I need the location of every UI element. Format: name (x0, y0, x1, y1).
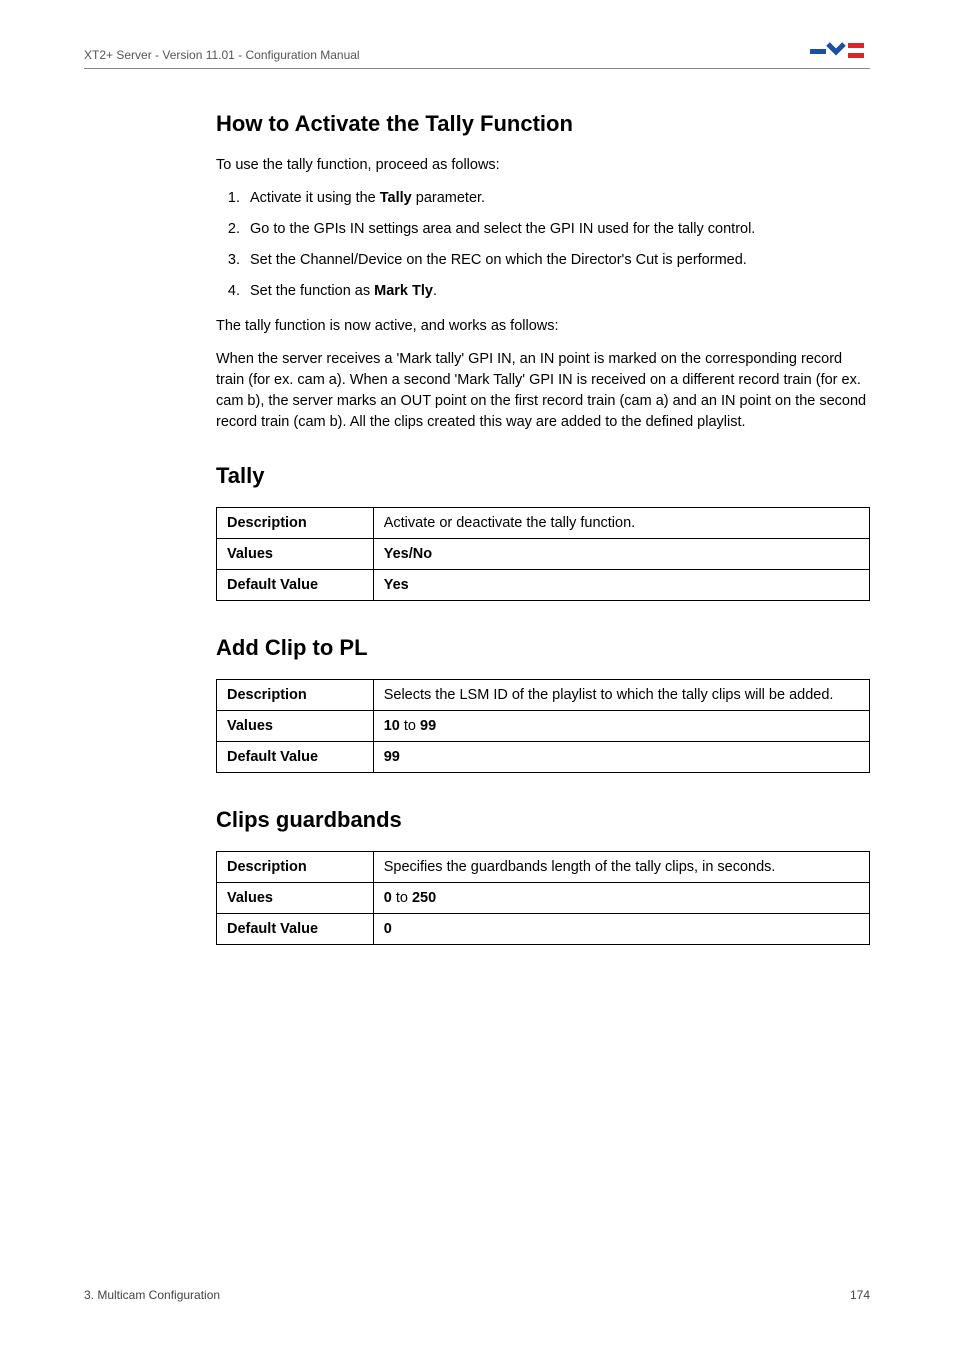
addclip-values-value: 10 to 99 (373, 711, 869, 742)
guardbands-table: Description Specifies the guardbands len… (216, 851, 870, 945)
tally-values-value: Yes/No (373, 539, 869, 570)
step-4-pre: Set the function as (250, 283, 374, 299)
step-4-post: . (433, 283, 437, 299)
heading-guardbands: Clips guardbands (216, 807, 870, 833)
addclip-values-mid: to (400, 718, 420, 734)
page-header: XT2+ Server - Version 11.01 - Configurat… (84, 40, 870, 69)
table-row: Description Selects the LSM ID of the pl… (217, 680, 870, 711)
table-row: Values Yes/No (217, 539, 870, 570)
addclip-desc-value: Selects the LSM ID of the playlist to wh… (373, 680, 869, 711)
footer-page-number: 174 (850, 1288, 870, 1302)
table-row: Default Value 0 (217, 914, 870, 945)
tally-table: Description Activate or deactivate the t… (216, 507, 870, 601)
table-row: Values 10 to 99 (217, 711, 870, 742)
guardbands-values-a: 0 (384, 890, 392, 906)
activate-explain: When the server receives a 'Mark tally' … (216, 349, 870, 433)
activate-steps: Activate it using the Tally parameter. G… (216, 188, 870, 302)
addclip-default-value: 99 (373, 742, 869, 773)
step-3: Set the Channel/Device on the REC on whi… (244, 250, 870, 271)
guardbands-default-value: 0 (373, 914, 869, 945)
tally-default-value: Yes (373, 570, 869, 601)
step-1: Activate it using the Tally parameter. (244, 188, 870, 209)
guardbands-desc-value: Specifies the guardbands length of the t… (373, 852, 869, 883)
step-1-bold: Tally (380, 190, 412, 206)
addclip-values-a: 10 (384, 718, 400, 734)
doc-title: XT2+ Server - Version 11.01 - Configurat… (84, 48, 360, 62)
heading-tally: Tally (216, 463, 870, 489)
addclip-default-label: Default Value (217, 742, 374, 773)
heading-activate-tally: How to Activate the Tally Function (216, 111, 870, 137)
guardbands-values-value: 0 to 250 (373, 883, 869, 914)
addclip-values-label: Values (217, 711, 374, 742)
tally-desc-value: Activate or deactivate the tally functio… (373, 508, 869, 539)
tally-desc-label: Description (217, 508, 374, 539)
step-2: Go to the GPIs IN settings area and sele… (244, 219, 870, 240)
guardbands-default-label: Default Value (217, 914, 374, 945)
addclip-values-b: 99 (420, 718, 436, 734)
footer-left: 3. Multicam Configuration (84, 1288, 220, 1302)
table-row: Description Specifies the guardbands len… (217, 852, 870, 883)
heading-addclip: Add Clip to PL (216, 635, 870, 661)
guardbands-values-b: 250 (412, 890, 436, 906)
table-row: Default Value 99 (217, 742, 870, 773)
table-row: Description Activate or deactivate the t… (217, 508, 870, 539)
addclip-desc-label: Description (217, 680, 374, 711)
table-row: Values 0 to 250 (217, 883, 870, 914)
step-4-bold: Mark Tly (374, 283, 433, 299)
guardbands-values-label: Values (217, 883, 374, 914)
guardbands-values-mid: to (392, 890, 412, 906)
addclip-table: Description Selects the LSM ID of the pl… (216, 679, 870, 773)
step-4: Set the function as Mark Tly. (244, 281, 870, 302)
activate-after: The tally function is now active, and wo… (216, 316, 870, 337)
table-row: Default Value Yes (217, 570, 870, 601)
guardbands-desc-label: Description (217, 852, 374, 883)
tally-default-label: Default Value (217, 570, 374, 601)
tally-values-label: Values (217, 539, 374, 570)
step-1-post: parameter. (412, 190, 485, 206)
step-1-pre: Activate it using the (250, 190, 380, 206)
activate-intro: To use the tally function, proceed as fo… (216, 155, 870, 176)
evs-logo (810, 40, 870, 62)
page-footer: 3. Multicam Configuration 174 (84, 1288, 870, 1302)
